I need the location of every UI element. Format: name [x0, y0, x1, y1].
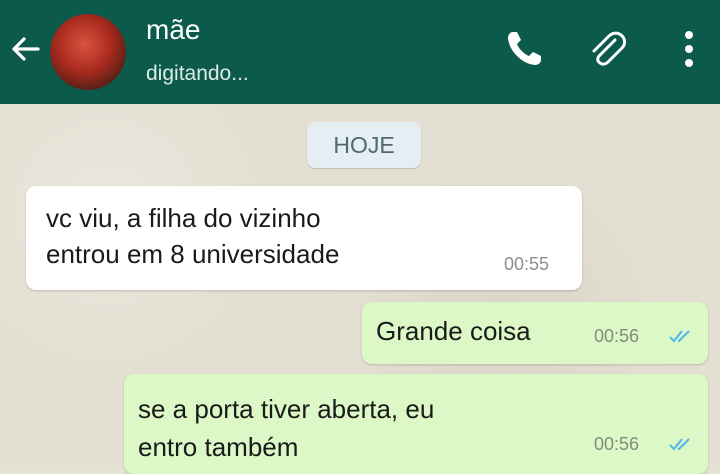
message-time: 00:55 [504, 254, 550, 274]
message-time: 00:56 [594, 326, 640, 346]
avatar[interactable] [50, 14, 126, 90]
double-check-icon [669, 438, 690, 451]
contact-name[interactable]: mãe [146, 14, 200, 46]
paperclip-icon[interactable] [585, 26, 629, 70]
date-chip: HOJE [307, 122, 421, 168]
message-line: entrou em 8 universidade [46, 239, 340, 269]
message-text: Grande coisa [376, 316, 531, 346]
outgoing-message[interactable]: Grande coisa 00:56 [362, 302, 708, 364]
back-arrow-icon[interactable] [8, 32, 42, 66]
chat-header: mãe digitando... [0, 0, 720, 104]
chat-area: HOJE vc viu, a filha do vizinho entrou e… [0, 104, 720, 474]
message-text: vc viu, a filha do vizinho entrou em 8 u… [46, 200, 339, 272]
message-line: entro também [138, 432, 299, 462]
message-text: se a porta tiver aberta, eu entro também [138, 390, 434, 466]
outgoing-message[interactable]: se a porta tiver aberta, eu entro também… [124, 374, 708, 474]
phone-icon[interactable] [503, 28, 545, 70]
more-vert-icon[interactable] [681, 28, 697, 70]
message-time: 00:56 [594, 434, 640, 454]
message-line: vc viu, a filha do vizinho [46, 203, 321, 233]
message-line: se a porta tiver aberta, eu [138, 394, 435, 424]
incoming-message[interactable]: vc viu, a filha do vizinho entrou em 8 u… [26, 186, 582, 290]
double-check-icon [669, 330, 690, 343]
typing-status: digitando... [146, 62, 249, 85]
